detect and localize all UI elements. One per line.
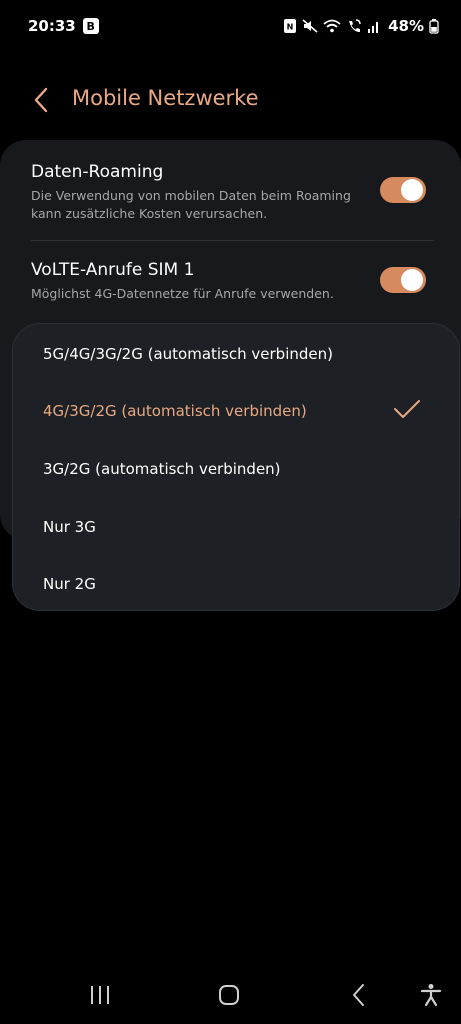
svg-text:N: N (287, 23, 294, 32)
nav-back-button[interactable] (344, 980, 374, 1010)
option-5g-4g-3g-2g[interactable]: 5G/4G/3G/2G (automatisch verbinden) (43, 329, 443, 379)
recents-icon (91, 986, 109, 1004)
status-bar: 20:33 B N 48% (0, 0, 461, 52)
check-icon (394, 400, 420, 418)
screen: 20:33 B N 48% Mobile Netzwerke Daten-Roa… (0, 0, 461, 1024)
navigation-bar (0, 968, 461, 1024)
divider (31, 240, 434, 241)
status-time: 20:33 (28, 17, 76, 35)
option-label: 3G/2G (automatisch verbinden) (43, 460, 281, 478)
home-icon (219, 985, 239, 1005)
wifi-call-icon (346, 18, 362, 34)
option-only-2g[interactable]: Nur 2G (43, 559, 443, 609)
data-roaming-toggle[interactable] (380, 177, 426, 203)
accessibility-icon (420, 984, 442, 1007)
option-label: Nur 2G (43, 575, 96, 593)
setting-description: Möglichst 4G-Datennetze für Anrufe verwe… (31, 286, 334, 301)
setting-data-roaming[interactable]: Daten-Roaming Die Verwendung von mobilen… (31, 162, 436, 223)
home-button[interactable] (214, 980, 244, 1010)
app-header: Mobile Netzwerke (0, 78, 461, 122)
option-4g-3g-2g[interactable]: 4G/3G/2G (automatisch verbinden) (43, 386, 443, 436)
back-icon (353, 984, 364, 1006)
option-label: 5G/4G/3G/2G (automatisch verbinden) (43, 345, 333, 363)
back-button[interactable] (26, 84, 56, 116)
option-label: Nur 3G (43, 518, 96, 536)
setting-description: Die Verwendung von mobilen Daten beim Ro… (31, 188, 351, 221)
recents-button[interactable] (85, 980, 115, 1010)
network-mode-menu: 5G/4G/3G/2G (automatisch verbinden) 4G/3… (12, 323, 460, 611)
option-3g-2g[interactable]: 3G/2G (automatisch verbinden) (43, 444, 443, 494)
setting-title: VoLTE-Anrufe SIM 1 (31, 260, 195, 280)
setting-title: Daten-Roaming (31, 162, 164, 182)
battery-percent: 48% (388, 17, 424, 35)
battery-icon (429, 18, 439, 34)
chevron-left-icon (34, 87, 48, 113)
toggle-knob (401, 179, 423, 201)
option-only-3g[interactable]: Nur 3G (43, 502, 443, 552)
notification-badge: B (82, 18, 99, 34)
toggle-knob (401, 269, 423, 291)
nfc-icon: N (283, 18, 297, 34)
status-left: 20:33 B (28, 17, 99, 35)
option-label: 4G/3G/2G (automatisch verbinden) (43, 402, 307, 420)
status-right: N 48% (283, 17, 439, 35)
accessibility-button[interactable] (416, 980, 446, 1010)
wifi-icon (323, 18, 341, 34)
volte-toggle[interactable] (380, 267, 426, 293)
setting-volte[interactable]: VoLTE-Anrufe SIM 1 Möglichst 4G-Datennet… (31, 260, 436, 303)
signal-icon (367, 18, 381, 34)
page-title: Mobile Netzwerke (72, 86, 259, 110)
mute-icon (302, 18, 318, 34)
